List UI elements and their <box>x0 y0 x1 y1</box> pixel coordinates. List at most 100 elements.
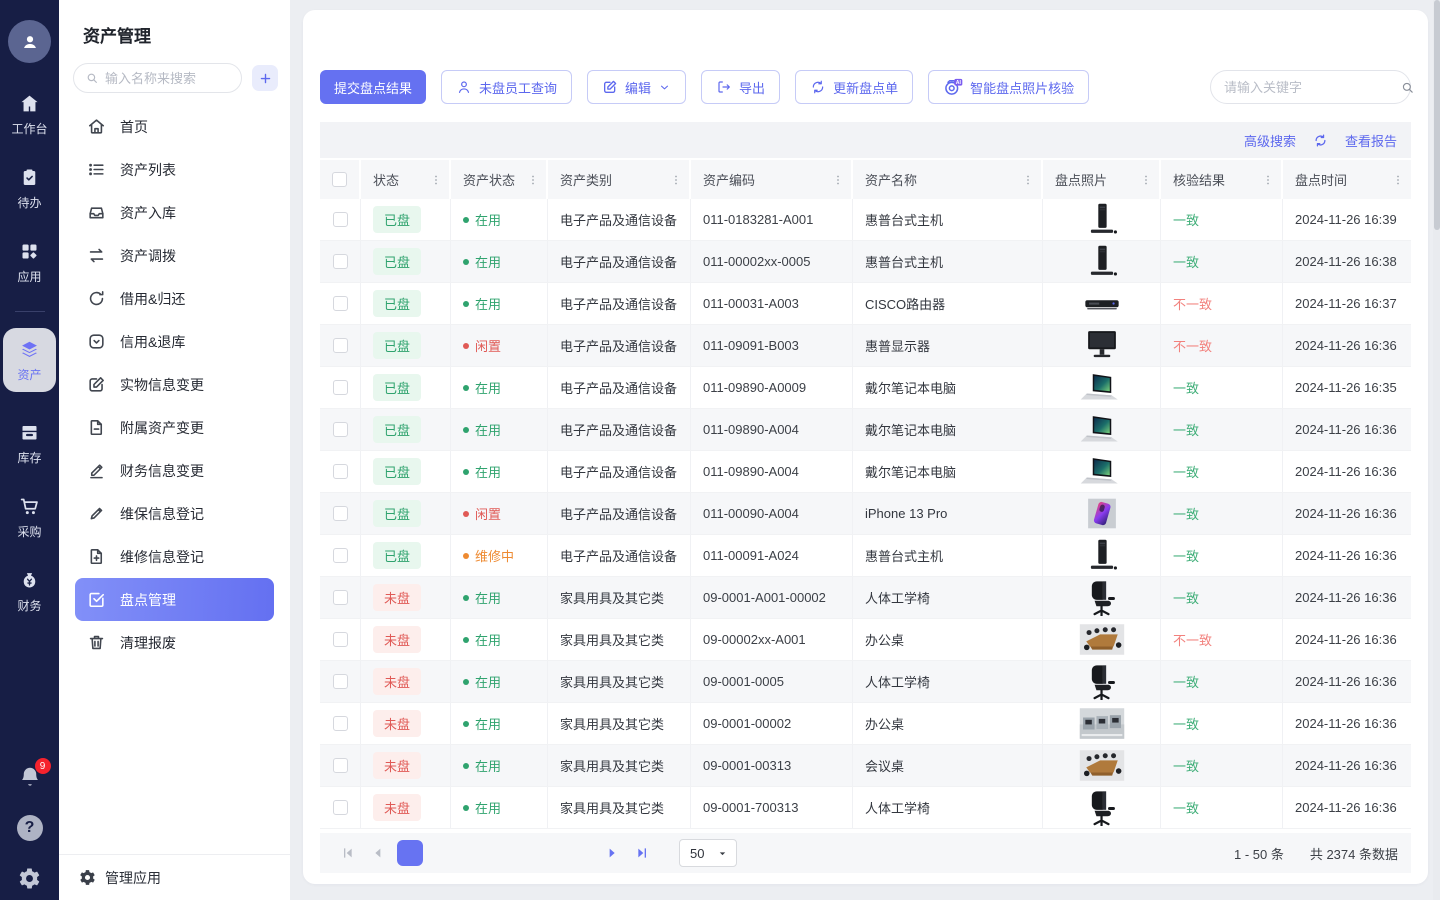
column-menu-icon[interactable] <box>1391 173 1405 187</box>
asset-name: CISCO路由器 <box>853 283 1043 324</box>
row-checkbox[interactable] <box>333 800 348 815</box>
row-checkbox[interactable] <box>333 548 348 563</box>
prev-page-button[interactable] <box>367 842 389 864</box>
meeting-table-photo[interactable] <box>1076 621 1128 658</box>
toolbar-button[interactable]: 更新盘点单 <box>795 70 913 104</box>
scrollbar[interactable] <box>1433 0 1440 900</box>
page-number[interactable] <box>567 840 593 866</box>
settings-button[interactable] <box>18 867 41 890</box>
column-menu-icon[interactable] <box>429 173 443 187</box>
asset-category: 家具用具及其它类 <box>548 703 691 744</box>
asset-name: 惠普台式主机 <box>853 535 1043 576</box>
toolbar-button[interactable]: AI 智能盘点照片核验 <box>928 70 1089 104</box>
sidebar-menu-item[interactable]: 借用&归还 <box>75 277 274 320</box>
row-checkbox[interactable] <box>333 590 348 605</box>
row-checkbox[interactable] <box>333 632 348 647</box>
row-checkbox[interactable] <box>333 422 348 437</box>
rail-item[interactable]: 库存 <box>3 422 56 466</box>
column-menu-icon[interactable] <box>669 173 683 187</box>
sidebar-menu-item[interactable]: 附属资产变更 <box>75 406 274 449</box>
page-number[interactable] <box>499 840 525 866</box>
next-page-button[interactable] <box>601 842 623 864</box>
column-menu-icon[interactable] <box>1021 173 1035 187</box>
column-menu-icon[interactable] <box>1139 173 1153 187</box>
row-checkbox[interactable] <box>333 716 348 731</box>
toolbar-button[interactable]: 编辑 <box>587 70 686 104</box>
rail-item[interactable]: 待办 <box>11 167 47 211</box>
row-checkbox[interactable] <box>333 674 348 689</box>
keyword-search-input[interactable] <box>1224 80 1400 95</box>
page-number[interactable] <box>533 840 559 866</box>
column-menu-icon[interactable] <box>526 173 540 187</box>
row-checkbox[interactable] <box>333 296 348 311</box>
sidebar-menu-item[interactable]: 资产列表 <box>75 148 274 191</box>
asset-code: 011-00090-A004 <box>691 493 853 534</box>
submit-inventory-button[interactable]: 提交盘点结果 <box>320 70 426 104</box>
row-checkbox[interactable] <box>333 506 348 521</box>
add-button[interactable] <box>252 65 278 91</box>
router-photo[interactable] <box>1076 285 1128 322</box>
chair-photo[interactable] <box>1076 663 1128 700</box>
sidebar-menu-item[interactable]: 维保信息登记 <box>75 492 274 535</box>
column-menu-icon[interactable] <box>831 173 845 187</box>
sidebar-menu-item[interactable]: 维修信息登记 <box>75 535 274 578</box>
row-checkbox[interactable] <box>333 338 348 353</box>
sidebar-search-input[interactable] <box>105 71 230 86</box>
rail-item[interactable]: 工作台 <box>11 93 47 137</box>
first-page-button[interactable] <box>337 842 359 864</box>
rail-item[interactable]: 财务 <box>3 570 56 614</box>
scrollbar-thumb[interactable] <box>1434 0 1440 230</box>
page-number[interactable] <box>465 840 491 866</box>
select-all-checkbox[interactable] <box>332 172 347 187</box>
laptop-photo[interactable] <box>1076 411 1128 448</box>
rail-item[interactable]: 采购 <box>3 496 56 540</box>
rail-item[interactable]: 资产 <box>3 328 56 392</box>
desktop-tower-photo[interactable] <box>1076 537 1128 574</box>
page-number[interactable] <box>397 840 423 866</box>
sidebar-menu-item[interactable]: 盘点管理 <box>75 578 274 621</box>
row-checkbox[interactable] <box>333 758 348 773</box>
sidebar-menu-item[interactable]: 财务信息变更 <box>75 449 274 492</box>
sidebar-menu-item[interactable]: 清理报废 <box>75 621 274 664</box>
toolbar-button[interactable]: 导出 <box>701 70 780 104</box>
inventory-time: 2024-11-26 16:36 <box>1283 703 1411 744</box>
row-checkbox[interactable] <box>333 212 348 227</box>
row-checkbox[interactable] <box>333 464 348 479</box>
status-badge: 未盘 <box>373 794 421 821</box>
view-report-link[interactable]: 查看报告 <box>1345 131 1397 150</box>
sidebar-menu-item[interactable]: 资产入库 <box>75 191 274 234</box>
money-icon <box>19 570 40 591</box>
monitor-photo[interactable] <box>1076 327 1128 364</box>
manage-apps-button[interactable]: 管理应用 <box>59 854 290 900</box>
sidebar-menu-item[interactable]: 实物信息变更 <box>75 363 274 406</box>
iphone-photo[interactable] <box>1076 495 1128 532</box>
sidebar-menu-item[interactable]: 首页 <box>75 105 274 148</box>
row-checkbox[interactable] <box>333 380 348 395</box>
laptop-photo[interactable] <box>1076 369 1128 406</box>
sidebar-menu-item[interactable]: 信用&退库 <box>75 320 274 363</box>
notifications-button[interactable]: 9 <box>18 765 42 789</box>
page-number[interactable] <box>431 840 457 866</box>
chair-photo[interactable] <box>1076 579 1128 616</box>
refresh-icon[interactable] <box>1313 133 1328 148</box>
laptop-photo[interactable] <box>1076 453 1128 490</box>
inventory-time: 2024-11-26 16:36 <box>1283 493 1411 534</box>
chair-photo[interactable] <box>1076 789 1128 826</box>
column-menu-icon[interactable] <box>1261 173 1275 187</box>
last-page-button[interactable] <box>631 842 653 864</box>
table-actions-bar: 高级搜索 查看报告 <box>320 122 1411 158</box>
page-size-select[interactable]: 50 <box>679 839 737 867</box>
meeting-table-photo[interactable] <box>1076 747 1128 784</box>
search-icon[interactable] <box>1400 80 1415 95</box>
desktop-tower-photo[interactable] <box>1076 243 1128 280</box>
rail-item[interactable]: 应用 <box>11 241 47 285</box>
desktop-tower-photo[interactable] <box>1076 201 1128 238</box>
advanced-search-link[interactable]: 高级搜索 <box>1244 131 1296 150</box>
toolbar-button[interactable]: 未盘员工查询 <box>441 70 572 104</box>
user-avatar[interactable] <box>8 20 51 63</box>
help-button[interactable]: ? <box>17 815 43 841</box>
asset-code: 011-09890-A004 <box>691 451 853 492</box>
cubicle-photo[interactable] <box>1076 705 1128 742</box>
sidebar-menu-item[interactable]: 资产调拨 <box>75 234 274 277</box>
row-checkbox[interactable] <box>333 254 348 269</box>
